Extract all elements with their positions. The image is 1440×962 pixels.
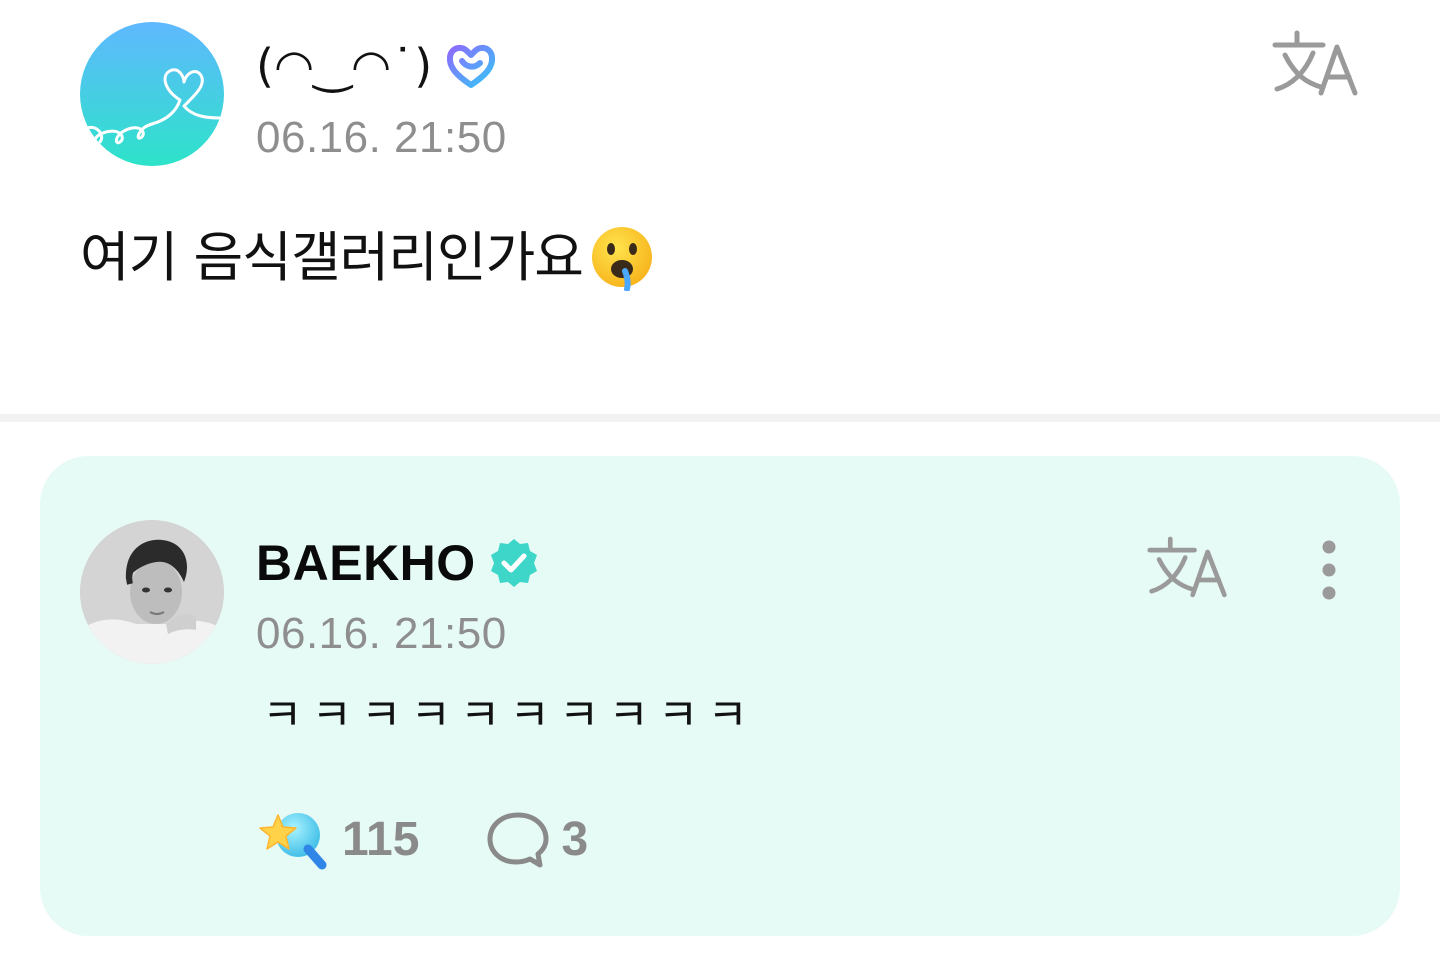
post: (◠‿◠˙) 06.16. 21:50 여기 음식갤러리인가요 xyxy=(0,0,1440,414)
post-body: 여기 음식갤러리인가요 xyxy=(80,222,655,294)
comment-text: ㅋㅋㅋㅋㅋㅋㅋㅋㅋㅋ xyxy=(262,690,757,741)
comment-reactions: 115 3 xyxy=(258,806,588,874)
comment-author-avatar[interactable] xyxy=(80,520,224,664)
verified-artist-badge-icon xyxy=(488,537,540,589)
comment-author-name[interactable]: BAEKHO xyxy=(256,538,476,588)
translate-icon xyxy=(1272,30,1358,96)
like-count: 115 xyxy=(342,813,420,866)
cheer-wand-icon xyxy=(259,813,327,870)
reply-count: 3 xyxy=(561,813,589,866)
reply-button[interactable]: 3 xyxy=(485,809,588,871)
cheer-like-button[interactable]: 115 xyxy=(258,809,419,871)
vertical-ellipsis-icon xyxy=(1322,540,1336,600)
fan-membership-badge-icon xyxy=(444,39,498,93)
comment-timestamp: 06.16. 21:50 xyxy=(256,609,507,658)
post-text: 여기 음식갤러리인가요 xyxy=(80,226,584,289)
post-timestamp: 06.16. 21:50 xyxy=(256,113,507,162)
post-author-name[interactable]: (◠‿◠˙) xyxy=(256,43,432,89)
speech-bubble-icon xyxy=(487,812,549,868)
weverse-thread: (◠‿◠˙) 06.16. 21:50 여기 음식갤러리인가요 BAEKHO 0… xyxy=(0,0,1440,962)
post-translate-button[interactable] xyxy=(1268,22,1364,102)
drooling-face-emoji-icon xyxy=(589,225,655,292)
comment-translate-button[interactable] xyxy=(1140,526,1236,606)
artist-comment-card: BAEKHO 06.16. 21:50 ㅋㅋㅋㅋㅋㅋㅋㅋㅋㅋ 115 3 xyxy=(40,456,1400,936)
comment-more-options-button[interactable] xyxy=(1302,534,1356,606)
post-author-row: (◠‿◠˙) xyxy=(256,30,498,102)
translate-icon xyxy=(1147,536,1227,598)
section-divider xyxy=(0,414,1440,422)
post-author-avatar[interactable] xyxy=(80,22,224,166)
comment-author-row: BAEKHO xyxy=(256,528,540,598)
